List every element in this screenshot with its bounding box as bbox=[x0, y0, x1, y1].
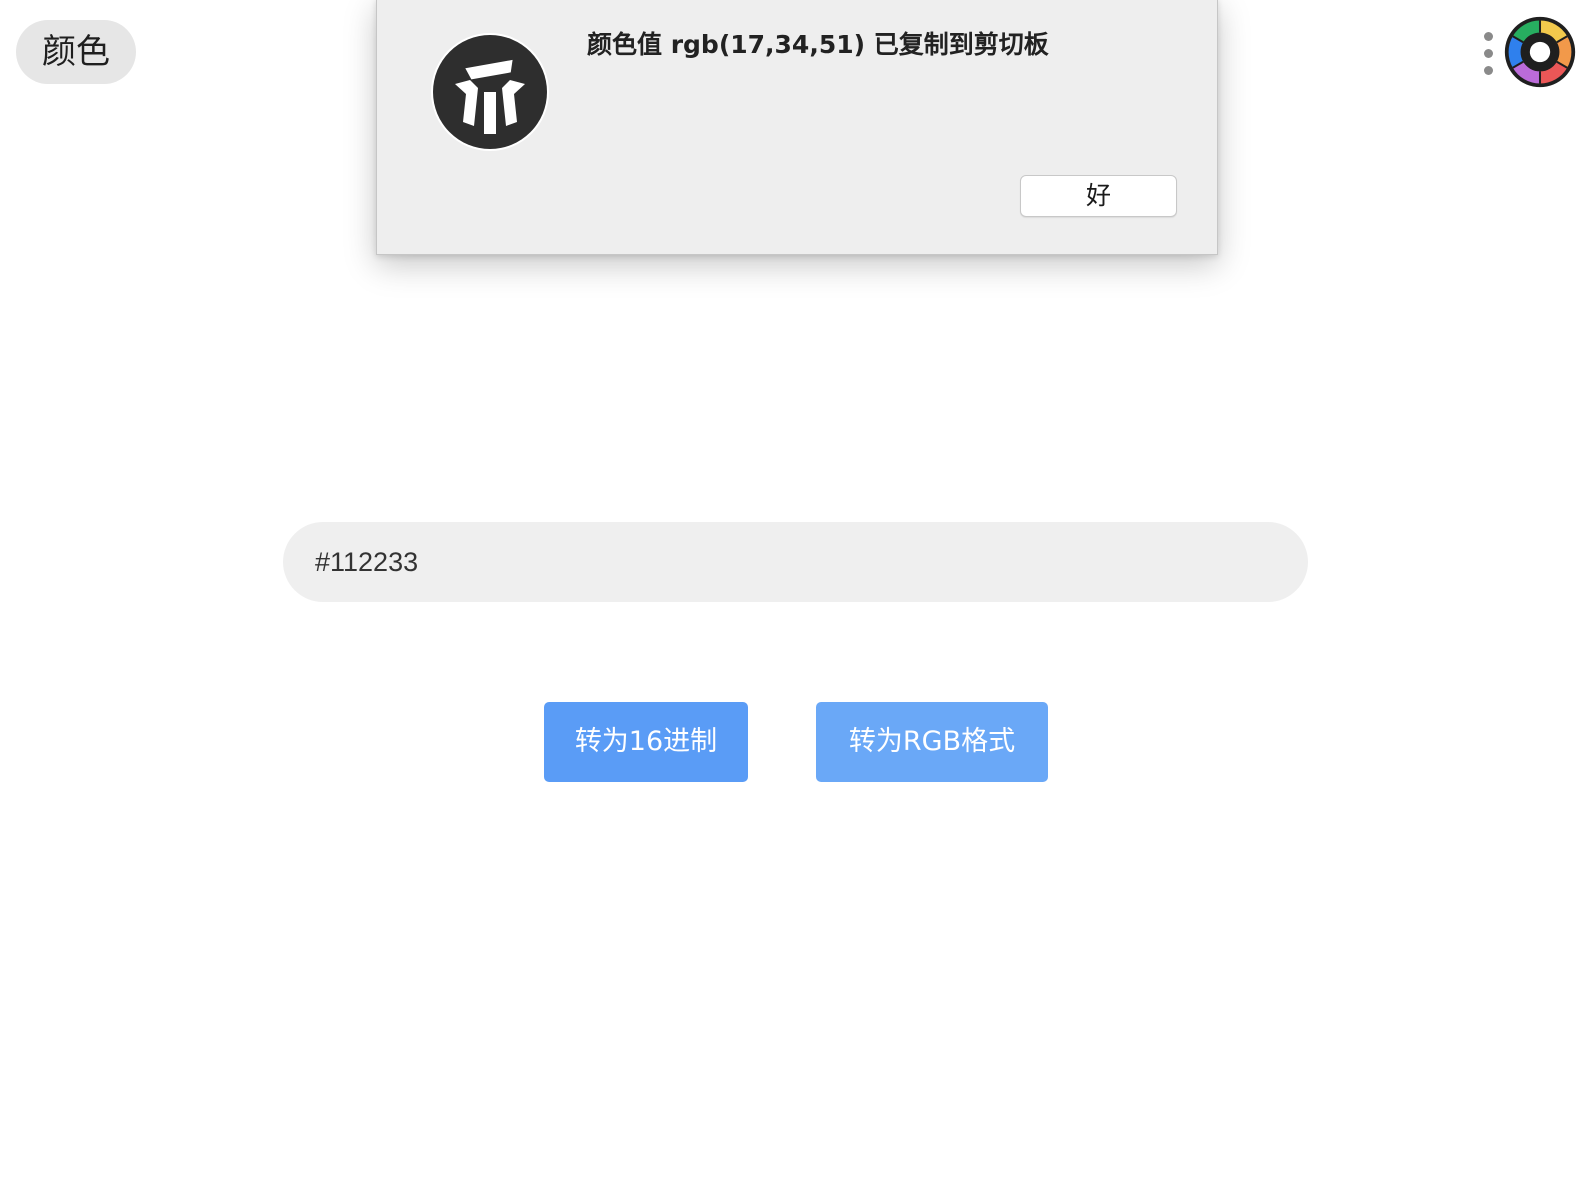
convert-to-hex-button[interactable]: 转为16进制 bbox=[544, 702, 748, 782]
alert-message: 颜色值 rgb(17,34,51) 已复制到剪切板 bbox=[587, 30, 1049, 59]
color-value-input[interactable] bbox=[283, 522, 1308, 602]
app-logo-icon bbox=[431, 33, 549, 151]
page: 颜色 颜色值 rgb(17,34,51) 已复制到剪切板 好 #112233 转… bbox=[0, 0, 1596, 1194]
more-dot-icon bbox=[1484, 49, 1493, 58]
more-menu-button[interactable] bbox=[1479, 30, 1499, 78]
more-dot-icon bbox=[1484, 32, 1493, 41]
ok-button[interactable]: 好 bbox=[1020, 175, 1177, 217]
page-tag: 颜色 bbox=[16, 20, 136, 84]
alert-dialog: 颜色值 rgb(17,34,51) 已复制到剪切板 好 bbox=[376, 0, 1218, 255]
color-wheel-icon[interactable] bbox=[1503, 15, 1577, 89]
convert-to-rgb-button[interactable]: 转为RGB格式 bbox=[816, 702, 1048, 782]
more-dot-icon bbox=[1484, 66, 1493, 75]
